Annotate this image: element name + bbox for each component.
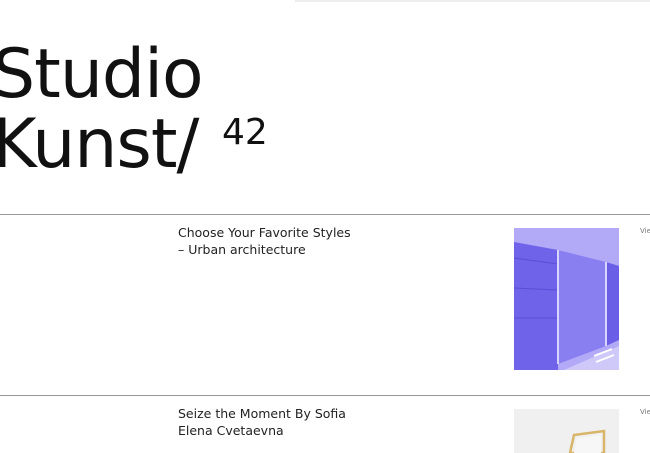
view-link[interactable]: Vie <box>640 408 650 416</box>
item-title[interactable]: Seize the Moment By Sofia Elena Cvetaevn… <box>178 406 346 439</box>
brand-number: 42 <box>222 112 268 153</box>
brand-line-1: Studio <box>0 35 204 114</box>
site-logo[interactable]: Studio Kunst/ 42 <box>0 35 268 184</box>
view-link[interactable]: Vie <box>640 227 650 235</box>
divider <box>0 395 650 396</box>
frame-image[interactable] <box>514 409 619 453</box>
urban-architecture-illustration <box>514 228 619 370</box>
item-title-line-2: Elena Cvetaevna <box>178 422 284 438</box>
item-title-line-1: Seize the Moment By Sofia <box>178 406 346 421</box>
frame-illustration <box>514 409 619 453</box>
item-title-line-1: Choose Your Favorite Styles <box>178 225 351 240</box>
top-bar <box>295 0 650 2</box>
divider <box>0 214 650 215</box>
item-title[interactable]: Choose Your Favorite Styles – Urban arch… <box>178 225 351 258</box>
item-title-line-2: – Urban architecture <box>178 241 306 257</box>
urban-architecture-image[interactable] <box>514 228 619 370</box>
brand-line-2: Kunst/ <box>0 105 199 184</box>
